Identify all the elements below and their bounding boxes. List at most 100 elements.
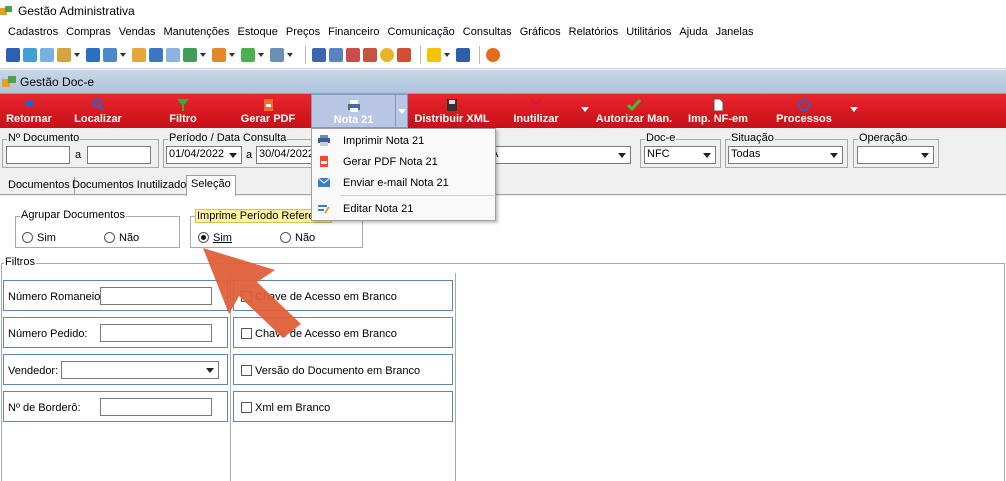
vendedor-select[interactable]	[61, 361, 219, 379]
situacao-select[interactable]: Todas	[728, 146, 843, 164]
printer-icon[interactable]	[270, 48, 284, 62]
chevron-down-icon[interactable]	[444, 53, 450, 57]
editar-menu-item[interactable]: Editar Nota 21	[312, 199, 495, 219]
grid-icon[interactable]	[329, 48, 343, 62]
pdf-icon	[320, 156, 328, 167]
num-documento-to-input[interactable]	[87, 146, 151, 164]
card-icon[interactable]	[166, 48, 180, 62]
versao-documento-checkbox[interactable]	[241, 365, 252, 376]
window-icon[interactable]	[456, 48, 470, 62]
chevron-down-icon[interactable]	[850, 107, 858, 112]
window-header: Gestão Doc-e	[0, 70, 1006, 94]
distribuir-xml-button[interactable]: Distribuir XML	[414, 94, 490, 128]
close-icon	[529, 98, 543, 112]
menu-consultas[interactable]: Consultas	[463, 26, 512, 38]
person-icon[interactable]	[132, 48, 146, 62]
menu-utilitarios[interactable]: Utilitários	[626, 26, 671, 38]
filtro-button[interactable]: Filtro	[155, 94, 211, 128]
chevron-down-icon[interactable]	[258, 53, 264, 57]
star-icon[interactable]	[427, 48, 441, 62]
printer-icon	[347, 100, 360, 112]
operacao-select[interactable]	[857, 146, 934, 164]
tools-icon[interactable]	[103, 48, 117, 62]
imprimir-menu-item[interactable]: Imprimir Nota 21	[312, 131, 495, 151]
localizar-button[interactable]: Localizar	[64, 94, 132, 128]
agrupar-nao-radio[interactable]	[104, 232, 115, 243]
tab-documentos[interactable]: Documentos	[4, 177, 75, 195]
save-icon	[447, 99, 457, 111]
menu-ajuda[interactable]: Ajuda	[679, 26, 707, 38]
date-to-input[interactable]: 30/04/2022	[256, 146, 312, 164]
gerar-pdf-menu-item[interactable]: Gerar PDF Nota 21	[312, 152, 495, 172]
box-icon[interactable]	[212, 48, 226, 62]
doce-legend: Doc-e	[645, 132, 677, 144]
hidden-combo[interactable]: A	[488, 146, 631, 164]
menu-manutencoes[interactable]: Manutenções	[163, 26, 229, 38]
chevron-down-icon[interactable]	[120, 53, 126, 57]
calendar-icon[interactable]	[346, 48, 360, 62]
pdf-icon	[264, 99, 273, 111]
bordero-input[interactable]	[100, 398, 212, 416]
lock-icon[interactable]	[380, 48, 394, 62]
gerar-pdf-button[interactable]: Gerar PDF	[236, 94, 300, 128]
menu-estoque[interactable]: Estoque	[238, 26, 278, 38]
situacao-value: Todas	[731, 148, 761, 160]
building-icon[interactable]	[149, 48, 163, 62]
gerar-pdf-label: Gerar PDF	[240, 113, 296, 125]
vendedor-label: Vendedor:	[8, 365, 59, 377]
inutilizar-label: Inutilizar	[513, 113, 559, 125]
date-from-input[interactable]: 01/04/2022	[166, 146, 242, 164]
nota-button[interactable]: Nota 21	[311, 94, 396, 128]
xml-branco-checkbox[interactable]	[241, 402, 252, 413]
menu-graficos[interactable]: Gráficos	[520, 26, 561, 38]
menu-compras[interactable]: Compras	[66, 26, 111, 38]
chevron-down-icon[interactable]	[74, 53, 80, 57]
inutilizar-button[interactable]: Inutilizar	[508, 94, 564, 128]
menu-financeiro[interactable]: Financeiro	[328, 26, 379, 38]
chevron-down-icon[interactable]	[206, 368, 214, 373]
nota-dropdown-toggle[interactable]	[395, 94, 408, 128]
money-icon[interactable]	[241, 48, 255, 62]
phone-icon[interactable]	[86, 48, 100, 62]
chevron-down-icon[interactable]	[618, 153, 626, 158]
autorizar-button[interactable]: Autorizar Man.	[593, 94, 675, 128]
toolbar-separator	[420, 46, 421, 64]
versao-documento-label: Versão do Documento em Branco	[255, 365, 421, 377]
menu-janelas[interactable]: Janelas	[716, 26, 754, 38]
chevron-down-icon[interactable]	[200, 53, 206, 57]
calculator-icon[interactable]	[312, 48, 326, 62]
doce-select[interactable]: NFC	[644, 146, 716, 164]
enviar-email-menu-item[interactable]: Enviar e-mail Nota 21	[312, 173, 495, 193]
menu-vendas[interactable]: Vendas	[119, 26, 156, 38]
cart-icon[interactable]	[183, 48, 197, 62]
menu-precos[interactable]: Preços	[286, 26, 320, 38]
menu-cadastros[interactable]: Cadastros	[8, 26, 58, 38]
chevron-down-icon[interactable]	[287, 53, 293, 57]
calendar-icon[interactable]	[363, 48, 377, 62]
toolbar-separator	[479, 46, 480, 64]
chevron-down-icon[interactable]	[229, 53, 235, 57]
chevron-down-icon[interactable]	[581, 107, 589, 112]
card-icon[interactable]	[40, 48, 54, 62]
save-icon[interactable]	[6, 48, 20, 62]
menu-relatorios[interactable]: Relatórios	[569, 26, 619, 38]
retornar-button[interactable]: Retornar	[0, 94, 58, 128]
chevron-down-icon[interactable]	[830, 153, 838, 158]
chevron-down-icon[interactable]	[921, 153, 929, 158]
users-icon[interactable]	[23, 48, 37, 62]
menu-separator	[340, 195, 494, 196]
imp-nfem-button[interactable]: Imp. NF-em	[684, 94, 752, 128]
num-documento-legend: Nº Documento	[7, 132, 81, 144]
num-documento-from-input[interactable]	[6, 146, 70, 164]
power-icon[interactable]	[486, 48, 500, 62]
menu-comunicacao[interactable]: Comunicação	[388, 26, 455, 38]
tab-documentos-inutilizados[interactable]: Documentos Inutilizados	[68, 177, 197, 195]
app-title: Gestão Administrativa	[18, 4, 135, 18]
agrupar-sim-radio[interactable]	[22, 232, 33, 243]
chevron-down-icon[interactable]	[229, 153, 237, 158]
tab-selecao[interactable]: Seleção	[186, 175, 236, 196]
list-icon[interactable]	[57, 48, 71, 62]
processos-button[interactable]: Processos	[773, 94, 835, 128]
chart-icon[interactable]	[397, 48, 411, 62]
chevron-down-icon[interactable]	[703, 153, 711, 158]
